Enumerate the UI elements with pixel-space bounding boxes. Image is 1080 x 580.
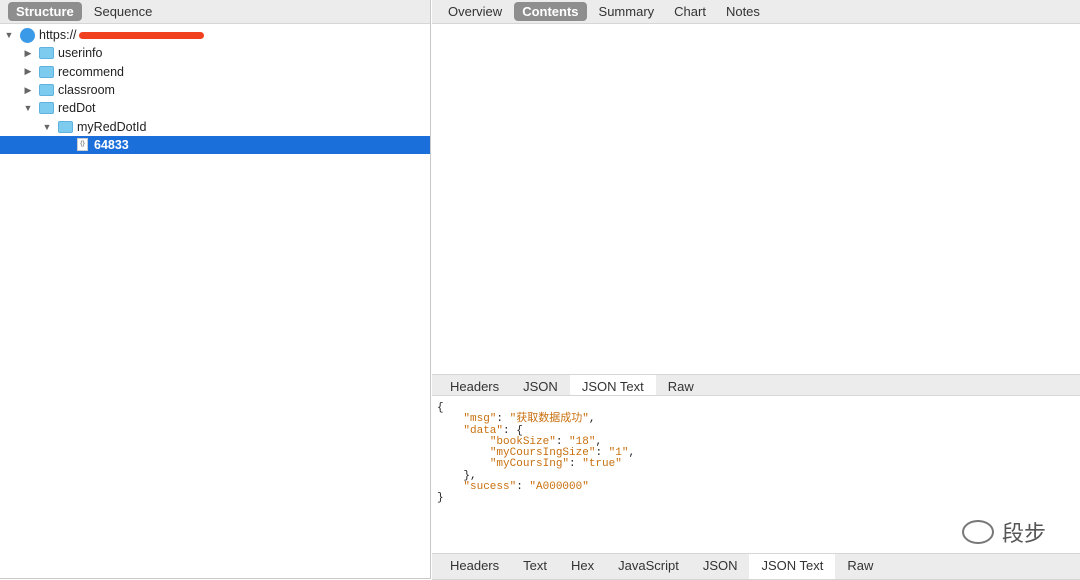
tab-json[interactable]: JSON	[691, 554, 750, 579]
tree-item[interactable]: ▼ https://	[0, 26, 430, 44]
tree-item[interactable]: ▼ redDot	[0, 99, 430, 117]
json-key: "data"	[463, 424, 504, 437]
json-file-icon: {}	[77, 138, 88, 152]
json-sep: :	[496, 413, 510, 426]
json-val: "A000000"	[529, 481, 589, 494]
tree-item-label: classroom	[58, 83, 115, 98]
tab-contents[interactable]: Contents	[514, 2, 587, 21]
detail-pane: Overview Contents Summary Chart Notes Header…	[432, 0, 1080, 580]
folder-icon	[39, 102, 54, 115]
request-tree: ▼ https:// ▶ userinfo ▶ recommend ▶ classroom ▼ r…	[0, 24, 430, 155]
json-val: "获取数据成功"	[509, 413, 589, 426]
json-sep: :	[516, 481, 530, 494]
tab-json[interactable]: JSON	[511, 375, 570, 395]
tree-item-label: myRedDotId	[77, 119, 147, 134]
tab-summary[interactable]: Summary	[591, 2, 663, 21]
tab-raw[interactable]: Raw	[835, 554, 885, 579]
tree-item[interactable]: ▶ recommend	[0, 63, 430, 81]
tab-sequence[interactable]: Sequence	[86, 2, 161, 21]
disclosure-collapsed-icon[interactable]: ▶	[23, 66, 33, 77]
tree-item[interactable]: {} 64833	[0, 135, 430, 155]
tab-headers[interactable]: Headers	[438, 375, 511, 395]
disclosure-collapsed-icon[interactable]: ▶	[23, 85, 33, 96]
json-sep: :	[569, 458, 583, 471]
globe-icon	[20, 27, 35, 43]
tree-item[interactable]: ▶ userinfo	[0, 44, 430, 62]
json-post: {	[516, 424, 523, 437]
tree-item-label: recommend	[58, 64, 124, 79]
watermark: 段步	[961, 516, 1046, 548]
json-val: "18"	[569, 435, 596, 448]
tree-item[interactable]: ▼ myRedDotId	[0, 117, 430, 135]
disclosure-expanded-icon[interactable]: ▼	[4, 30, 14, 40]
json-post: ,	[628, 447, 636, 460]
json-key: "myCoursIng"	[489, 458, 570, 471]
tree-item-label: userinfo	[58, 46, 103, 61]
tab-json-text[interactable]: JSON Text	[569, 375, 656, 395]
folder-icon	[39, 84, 54, 97]
json-val: "1"	[608, 447, 629, 460]
disclosure-expanded-icon[interactable]: ▼	[42, 122, 52, 132]
json-line: "sucess": "A000000"	[437, 481, 635, 494]
disclosure-expanded-icon[interactable]: ▼	[23, 103, 33, 113]
tab-text[interactable]: Text	[511, 554, 559, 579]
tab-javascript[interactable]: JavaScript	[606, 554, 691, 579]
request-tabbar: Headers JSON JSON Text Raw	[432, 374, 1080, 396]
json-line: }	[437, 493, 635, 504]
structure-pane: Structure Sequence ▼ https:// ▶ userinfo ▶ rec…	[0, 0, 431, 579]
tree-item[interactable]: ▶ classroom	[0, 81, 430, 99]
json-sep: :	[503, 424, 517, 437]
json-sep: :	[595, 447, 609, 460]
folder-icon	[39, 65, 54, 78]
folder-icon	[39, 47, 54, 60]
tab-structure[interactable]: Structure	[8, 2, 82, 21]
wechat-icon	[961, 520, 994, 544]
json-text-view[interactable]: { "msg": "获取数据成功", "data": { "bookSize":…	[437, 402, 636, 505]
tree-item-label: redDot	[58, 101, 96, 116]
json-pre: }	[437, 492, 444, 505]
json-post: ,	[595, 435, 603, 448]
tab-notes[interactable]: Notes	[718, 2, 768, 21]
tab-json-text[interactable]: JSON Text	[749, 554, 836, 579]
response-tabbar: Headers Text Hex JavaScript JSON JSON Text Raw	[432, 553, 1080, 580]
watermark-text: 段步	[1001, 521, 1046, 546]
tab-raw[interactable]: Raw	[656, 375, 706, 395]
json-key: "myCoursIngSize"	[489, 447, 596, 460]
detail-tabbar: Overview Contents Summary Chart Notes	[432, 0, 1080, 24]
json-key: "bookSize"	[489, 435, 556, 448]
json-sep: :	[555, 435, 570, 448]
json-post: ,	[588, 413, 596, 426]
json-val: "true"	[582, 458, 622, 471]
disclosure-collapsed-icon[interactable]: ▶	[23, 48, 33, 59]
tab-hex[interactable]: Hex	[559, 554, 606, 579]
json-key: "sucess"	[463, 481, 517, 494]
json-key: "msg"	[463, 413, 497, 426]
redaction-mark	[78, 31, 204, 39]
tree-item-label: 64833	[94, 137, 129, 152]
tab-headers[interactable]: Headers	[438, 554, 511, 579]
tab-chart[interactable]: Chart	[666, 2, 714, 21]
folder-icon	[58, 120, 73, 133]
json-pre: },	[463, 469, 477, 482]
tab-overview[interactable]: Overview	[440, 2, 510, 21]
structure-tabbar: Structure Sequence	[0, 0, 430, 24]
tree-item-label: https://	[39, 28, 77, 43]
